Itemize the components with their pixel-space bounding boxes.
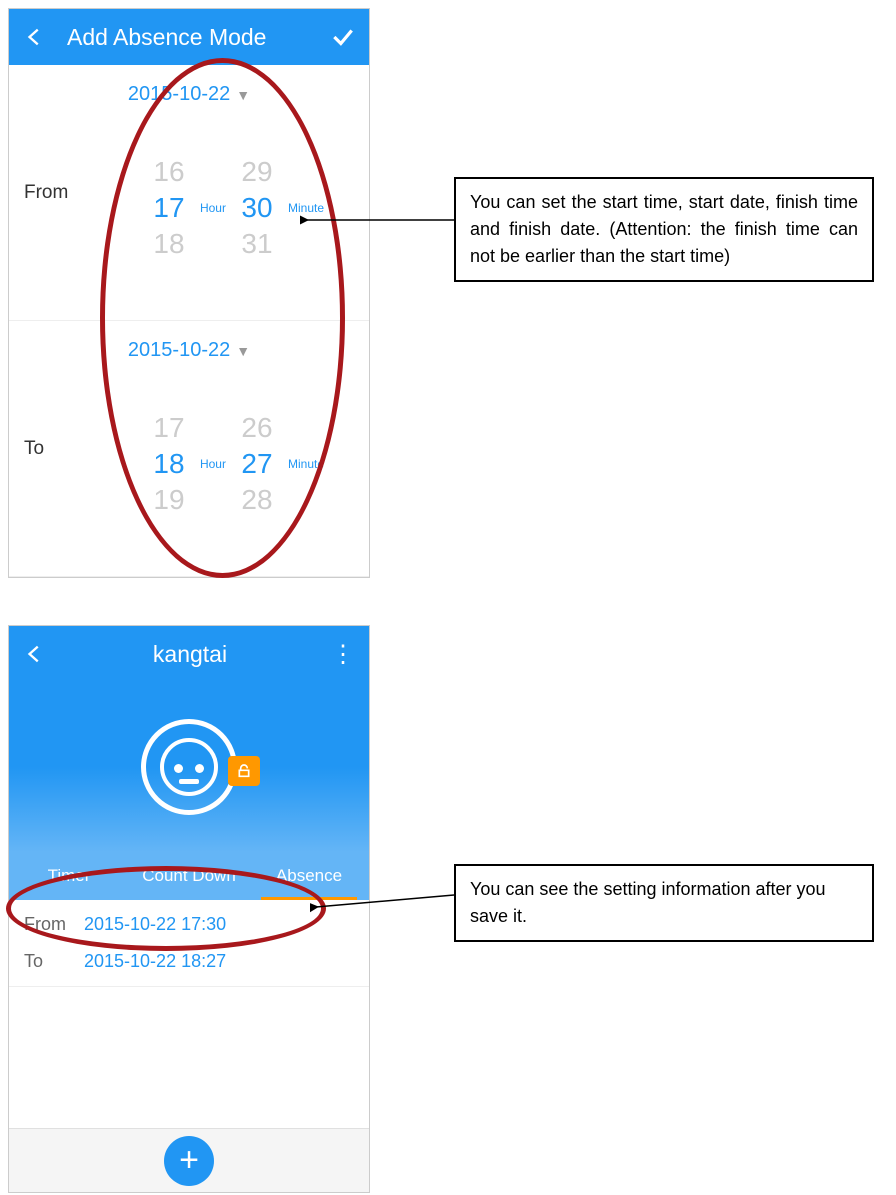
back-arrow-icon[interactable]	[21, 640, 49, 668]
tab-absence[interactable]: Absence	[249, 852, 369, 900]
picker-value: 17	[153, 190, 184, 226]
chevron-down-icon: ▼	[236, 87, 250, 103]
callout-text: You can set the start time, start date, …	[454, 177, 874, 282]
picker-value: 28	[241, 482, 272, 518]
to-label: To	[9, 321, 109, 576]
more-icon[interactable]: ⋮	[331, 640, 357, 669]
from-label: From	[9, 65, 109, 320]
screen-add-absence: Add Absence Mode From 2015-10-22 ▼ 16 17…	[8, 8, 370, 578]
to-date-selector[interactable]: 2015-10-22 ▼	[128, 339, 250, 362]
from-time-picker[interactable]: 16 17 18 Hour 29 30 31 Minute	[148, 154, 330, 262]
from-value: 2015-10-22 17:30	[84, 914, 226, 935]
tab-countdown[interactable]: Count Down	[129, 852, 249, 900]
screen-device-detail: kangtai ⋮ Timer Count Down Absence From …	[8, 625, 370, 1193]
page-title: kangtai	[49, 641, 331, 668]
from-date-selector[interactable]: 2015-10-22 ▼	[128, 83, 250, 106]
confirm-icon[interactable]	[329, 23, 357, 51]
from-section: From 2015-10-22 ▼ 16 17 18 Hour 29 30 31…	[9, 65, 369, 321]
from-label: From	[24, 914, 84, 935]
tab-bar: Timer Count Down Absence	[9, 852, 369, 900]
hour-unit: Hour	[200, 457, 226, 471]
picker-value: 18	[153, 446, 184, 482]
device-hero	[9, 682, 369, 852]
picker-value: 27	[241, 446, 272, 482]
tab-timer[interactable]: Timer	[9, 852, 129, 900]
lock-icon[interactable]	[228, 756, 260, 786]
back-arrow-icon[interactable]	[21, 23, 49, 51]
picker-value: 16	[153, 154, 184, 190]
to-label: To	[24, 951, 84, 972]
picker-value: 19	[153, 482, 184, 518]
to-value: 2015-10-22 18:27	[84, 951, 226, 972]
absence-info[interactable]: From 2015-10-22 17:30 To 2015-10-22 18:2…	[9, 900, 369, 987]
picker-value: 26	[241, 410, 272, 446]
to-date: 2015-10-22	[128, 339, 230, 362]
page-title: Add Absence Mode	[49, 24, 329, 51]
to-time-picker[interactable]: 17 18 19 Hour 26 27 28 Minute	[148, 410, 330, 518]
header: Add Absence Mode	[9, 9, 369, 65]
header: kangtai ⋮	[9, 626, 369, 682]
picker-value: 29	[241, 154, 272, 190]
add-button[interactable]: +	[164, 1136, 214, 1186]
minute-unit: Minute	[288, 201, 324, 215]
chevron-down-icon: ▼	[236, 343, 250, 359]
bottom-bar: +	[9, 1128, 369, 1192]
picker-value: 17	[153, 410, 184, 446]
callout-text: You can see the setting information afte…	[454, 864, 874, 942]
hour-unit: Hour	[200, 201, 226, 215]
to-section: To 2015-10-22 ▼ 17 18 19 Hour 26 27 28 M…	[9, 321, 369, 577]
picker-value: 30	[241, 190, 272, 226]
picker-value: 31	[241, 226, 272, 262]
plug-icon[interactable]	[141, 719, 237, 815]
picker-value: 18	[153, 226, 184, 262]
from-date: 2015-10-22	[128, 83, 230, 106]
minute-unit: Minute	[288, 457, 324, 471]
